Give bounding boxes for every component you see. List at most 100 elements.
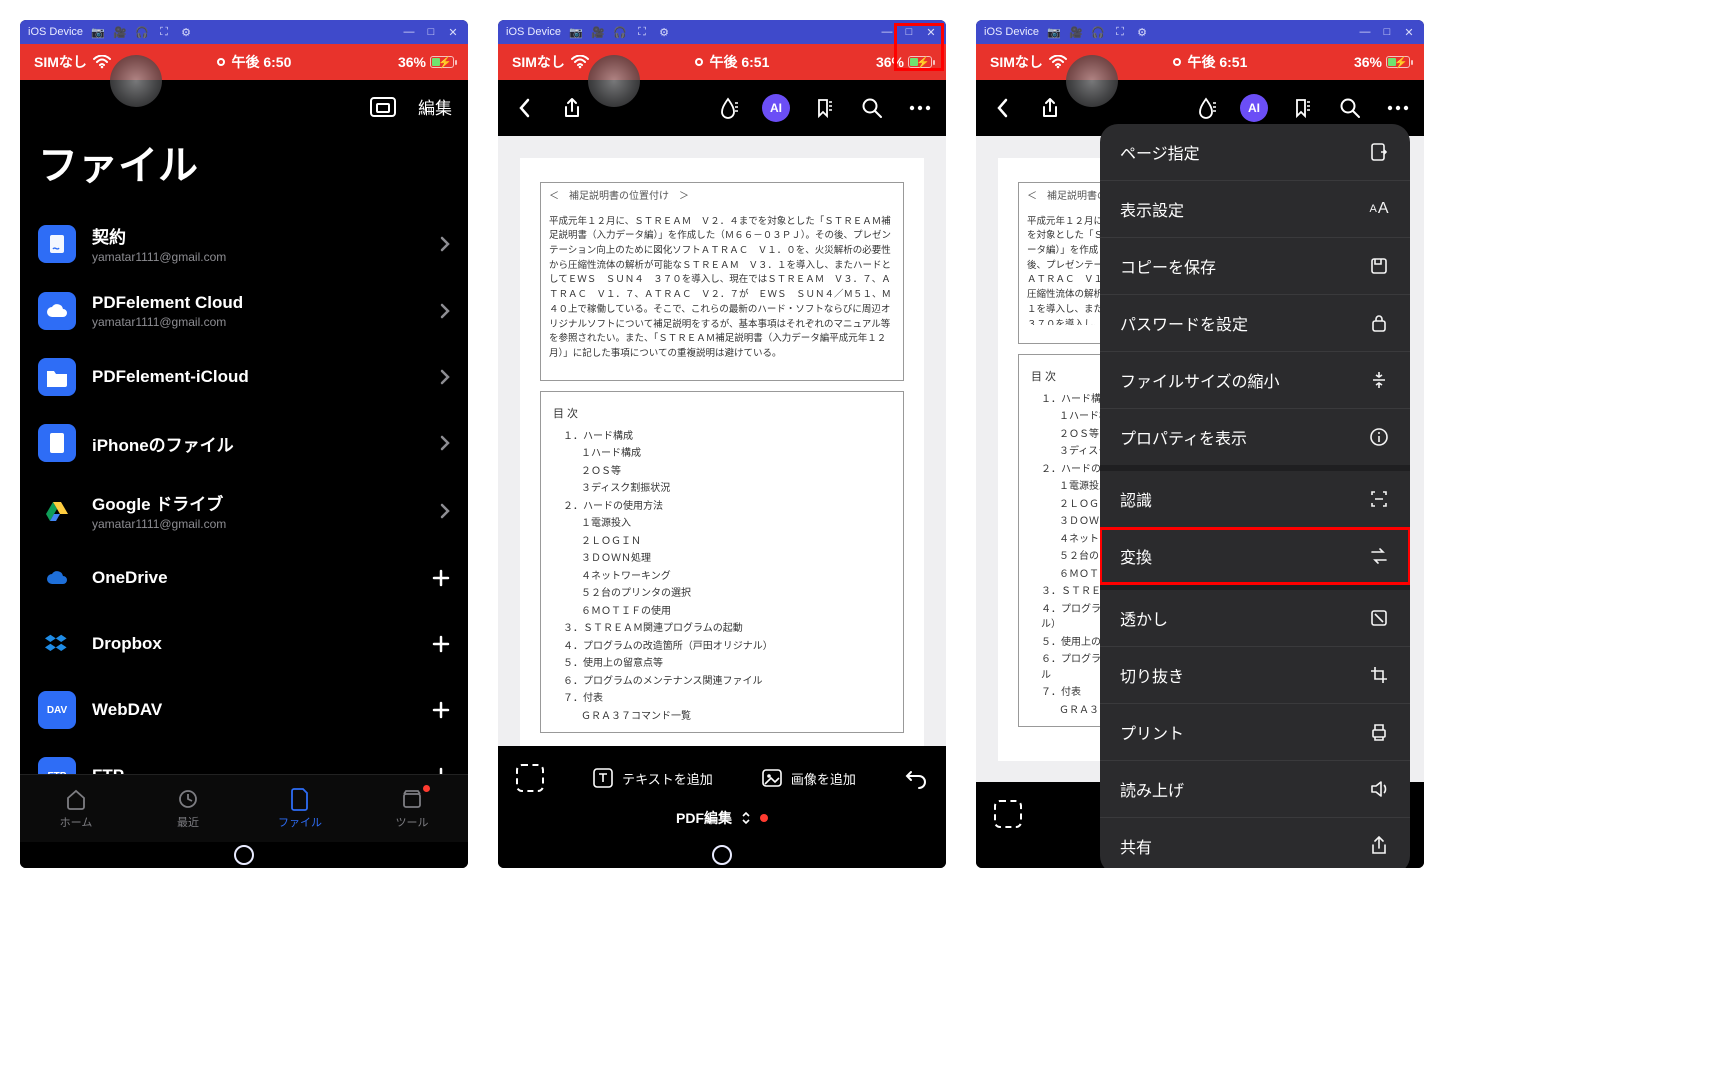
gear-icon[interactable]: ⚙ — [657, 25, 671, 39]
cloud-icon — [38, 292, 76, 330]
tab-files[interactable]: ファイル — [244, 775, 356, 842]
tab-files-icon — [289, 788, 311, 810]
video-icon[interactable]: 🎥 — [113, 25, 127, 39]
more-button[interactable] — [898, 86, 942, 130]
edit-mode-selector[interactable]: PDF編集 — [508, 798, 936, 834]
add-image-button[interactable]: 画像を追加 — [753, 761, 864, 795]
wifi-icon — [571, 55, 589, 69]
fullscreen-icon[interactable]: ⛶ — [1113, 25, 1127, 39]
menu-convert[interactable]: 変換 — [1100, 528, 1410, 584]
menu-info[interactable]: プロパティを表示 — [1100, 409, 1410, 465]
tab-tools[interactable]: ツール — [356, 775, 468, 842]
ocr-icon — [1368, 488, 1390, 510]
list-item[interactable]: DAVWebDAV — [20, 677, 468, 743]
row-title: PDFelement Cloud — [92, 293, 424, 313]
assistive-touch[interactable] — [1066, 55, 1118, 107]
cast-icon[interactable] — [370, 97, 396, 117]
maximize-icon[interactable]: □ — [1380, 25, 1394, 39]
record-dot-icon — [217, 58, 225, 66]
gdrive-icon — [38, 492, 76, 530]
back-button[interactable] — [502, 86, 546, 130]
minimize-icon[interactable]: — — [402, 25, 416, 39]
home-indicator[interactable] — [498, 842, 946, 868]
video-icon[interactable]: 🎥 — [1069, 25, 1083, 39]
minimize-icon[interactable]: — — [1358, 25, 1372, 39]
undo-button[interactable] — [896, 761, 936, 795]
minimize-icon[interactable]: — — [880, 25, 894, 39]
menu-compress[interactable]: ファイルサイズの縮小 — [1100, 352, 1410, 408]
headphone-icon[interactable]: 🎧 — [1091, 25, 1105, 39]
toc-item: ３ＤＯＷＮ処理 — [581, 551, 895, 567]
menu-speaker[interactable]: 読み上げ — [1100, 761, 1410, 817]
toc-item: １電源投入 — [581, 516, 895, 532]
headphone-icon[interactable]: 🎧 — [613, 25, 627, 39]
camera-icon[interactable]: 📷 — [1047, 25, 1061, 39]
tab-recent[interactable]: 最近 — [132, 775, 244, 842]
selection-tool[interactable] — [986, 794, 1030, 834]
file-header: 編集 — [20, 80, 468, 129]
menu-text-size[interactable]: 表示設定AA — [1100, 181, 1410, 237]
toc-item: ２．ハードの使用方法 — [563, 499, 895, 515]
menu-save-copy[interactable]: コピーを保存 — [1100, 238, 1410, 294]
menu-label: 共有 — [1120, 834, 1152, 858]
menu-ocr[interactable]: 認識 — [1100, 471, 1410, 527]
gear-icon[interactable]: ⚙ — [1135, 25, 1149, 39]
maximize-icon[interactable]: □ — [902, 25, 916, 39]
close-icon[interactable]: ✕ — [446, 25, 460, 39]
search-button[interactable] — [850, 86, 894, 130]
camera-icon[interactable]: 📷 — [569, 25, 583, 39]
tab-home[interactable]: ホーム — [20, 775, 132, 842]
menu-crop[interactable]: 切り抜き — [1100, 647, 1410, 703]
share-button[interactable] — [1028, 86, 1072, 130]
list-item[interactable]: PDFelement Cloudyamatar1111@gmail.com — [20, 278, 468, 344]
headphone-icon[interactable]: 🎧 — [135, 25, 149, 39]
status-bar: SIMなし 午後 6:51 36% ⚡ — [498, 44, 946, 80]
image-icon — [761, 767, 783, 789]
bookmark-button[interactable] — [802, 86, 846, 130]
row-title: PDFelement-iCloud — [92, 367, 424, 387]
back-button[interactable] — [980, 86, 1024, 130]
convert-icon — [1368, 545, 1390, 567]
selection-tool[interactable] — [508, 758, 552, 798]
close-icon[interactable]: ✕ — [1402, 25, 1416, 39]
menu-label: プリント — [1120, 720, 1184, 744]
list-item[interactable]: OneDrive — [20, 545, 468, 611]
share-button[interactable] — [550, 86, 594, 130]
menu-label: 認識 — [1120, 487, 1152, 511]
list-item[interactable]: Dropbox — [20, 611, 468, 677]
tab-label: ホーム — [60, 814, 93, 830]
ai-button[interactable]: AI — [754, 86, 798, 130]
edit-button[interactable]: 編集 — [418, 94, 452, 119]
document-area[interactable]: ＜ 補足説明書の位置付け ＞ 平成元年１２月に、ＳＴＲＥＡＭ Ｖ２．４までを対象… — [498, 136, 946, 746]
fullscreen-icon[interactable]: ⛶ — [635, 25, 649, 39]
close-icon[interactable]: ✕ — [924, 25, 938, 39]
menu-share[interactable]: 共有 — [1100, 818, 1410, 868]
file-list[interactable]: 契約yamatar1111@gmail.comPDFelement Cloudy… — [20, 209, 468, 774]
fullscreen-icon[interactable]: ⛶ — [157, 25, 171, 39]
tab-recent-icon — [177, 788, 199, 810]
dropbox-icon — [38, 625, 76, 663]
video-icon[interactable]: 🎥 — [591, 25, 605, 39]
menu-lock[interactable]: パスワードを設定 — [1100, 295, 1410, 351]
row-title: 契約 — [92, 223, 424, 248]
lock-icon — [1368, 312, 1390, 334]
doc-header: ＜ 補足説明書の位置付け ＞ — [549, 189, 895, 205]
assistive-touch[interactable] — [110, 55, 162, 107]
camera-icon[interactable]: 📷 — [91, 25, 105, 39]
menu-print[interactable]: プリント — [1100, 704, 1410, 760]
list-item[interactable]: iPhoneのファイル — [20, 410, 468, 476]
menu-goto-page[interactable]: ページ指定 — [1100, 124, 1410, 180]
home-indicator[interactable] — [20, 842, 468, 868]
add-text-button[interactable]: テキストを追加 — [584, 761, 721, 795]
list-item[interactable]: FTPFTP — [20, 743, 468, 774]
maximize-icon[interactable]: □ — [424, 25, 438, 39]
record-dot-icon — [1173, 58, 1181, 66]
list-item[interactable]: 契約yamatar1111@gmail.com — [20, 209, 468, 278]
list-item[interactable]: Google ドライブyamatar1111@gmail.com — [20, 476, 468, 545]
ink-button[interactable] — [706, 86, 750, 130]
menu-watermark[interactable]: 透かし — [1100, 590, 1410, 646]
gear-icon[interactable]: ⚙ — [179, 25, 193, 39]
tab-home-icon — [65, 788, 87, 810]
list-item[interactable]: PDFelement-iCloud — [20, 344, 468, 410]
assistive-touch[interactable] — [588, 55, 640, 107]
